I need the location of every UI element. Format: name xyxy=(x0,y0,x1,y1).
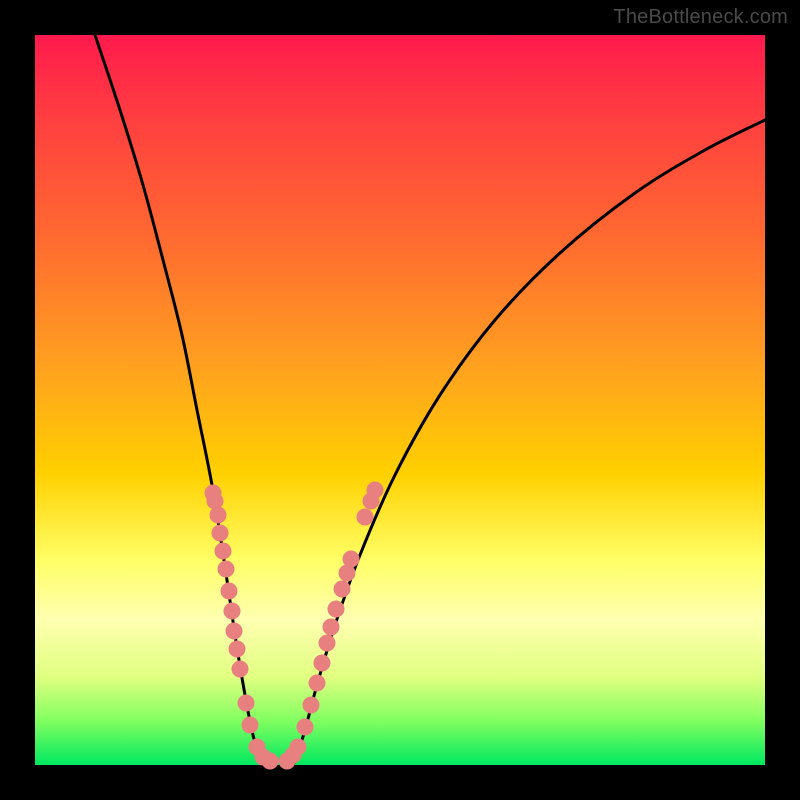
right-curve xyxy=(293,120,765,765)
plot-area xyxy=(35,35,765,765)
data-marker xyxy=(229,641,245,657)
data-marker xyxy=(309,675,325,691)
data-marker xyxy=(242,717,258,733)
data-marker xyxy=(323,619,339,635)
data-marker xyxy=(226,623,242,639)
data-marker xyxy=(357,509,373,525)
data-marker xyxy=(303,697,319,713)
data-marker xyxy=(334,581,350,597)
data-marker xyxy=(262,753,278,769)
data-marker xyxy=(210,507,226,523)
data-marker xyxy=(290,739,306,755)
data-marker xyxy=(339,565,355,581)
curves-svg xyxy=(35,35,765,765)
data-marker xyxy=(232,661,248,677)
data-marker xyxy=(212,525,228,541)
data-marker xyxy=(215,543,231,559)
chart-frame: TheBottleneck.com xyxy=(0,0,800,800)
data-marker xyxy=(224,603,240,619)
data-marker xyxy=(314,655,330,671)
data-marker xyxy=(367,482,383,498)
data-marker xyxy=(221,583,237,599)
data-marker xyxy=(319,635,335,651)
watermark-text: TheBottleneck.com xyxy=(613,6,788,29)
data-marker xyxy=(297,719,313,735)
left-markers xyxy=(205,485,278,769)
data-marker xyxy=(218,561,234,577)
right-markers xyxy=(279,482,383,769)
data-marker xyxy=(343,551,359,567)
data-marker xyxy=(238,695,254,711)
data-marker xyxy=(328,601,344,617)
data-marker xyxy=(207,493,223,509)
